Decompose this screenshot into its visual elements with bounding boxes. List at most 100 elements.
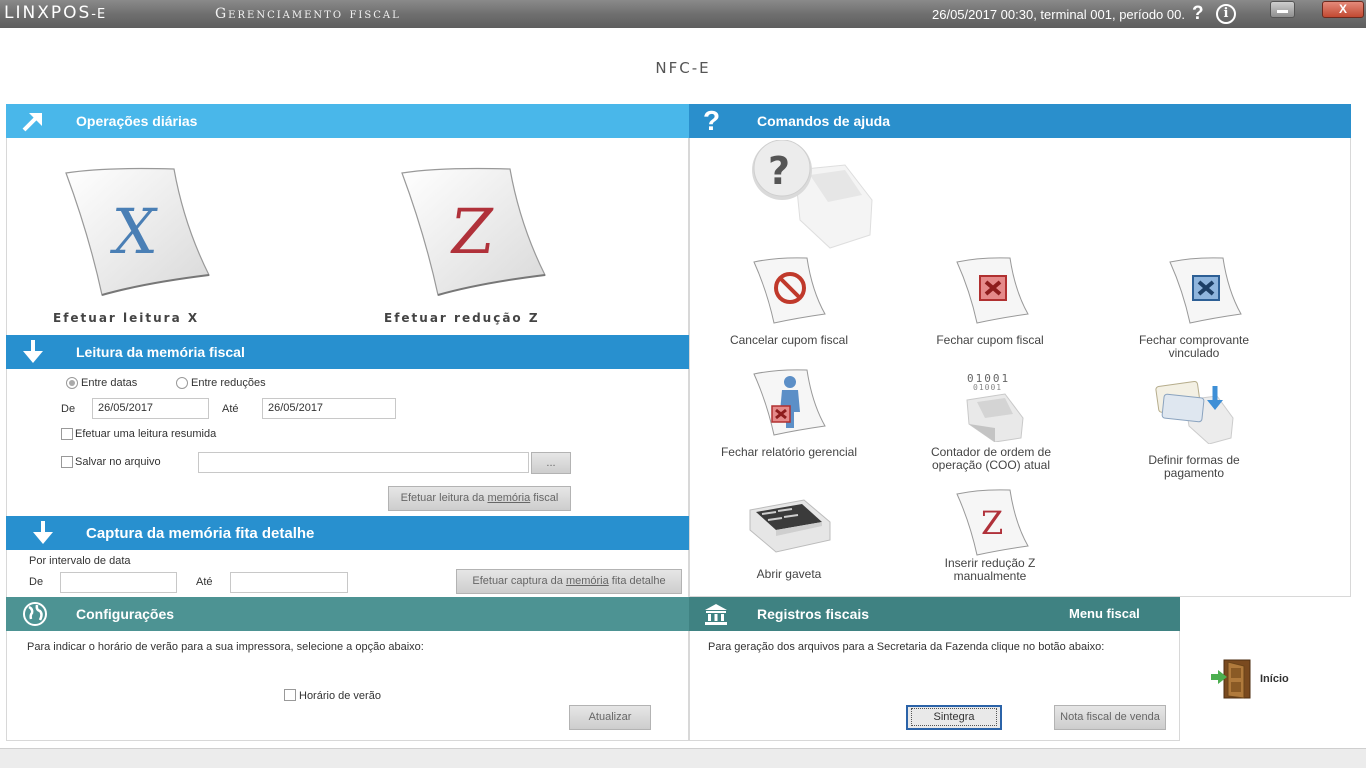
bottom-bar	[0, 748, 1366, 768]
efetuar-captura-button[interactable]: Efetuar captura da memória fita detalhe	[456, 569, 682, 594]
payment-methods-icon	[1155, 380, 1234, 445]
captura-ate-label: Até	[196, 576, 213, 588]
reducao-z-button[interactable]: Z	[400, 165, 546, 296]
btn-text-pre: Efetuar captura da	[472, 575, 566, 587]
document-x-icon: X	[65, 167, 210, 296]
configuracoes-header: Configurações	[6, 597, 689, 631]
registros-header: Registros fiscais Menu fiscal	[689, 597, 1180, 631]
definir-pagamento-button[interactable]	[1155, 378, 1235, 449]
inicio-button[interactable]: Início	[1210, 658, 1300, 702]
help-icon[interactable]: ?	[1192, 3, 1204, 25]
atualizar-button[interactable]: Atualizar	[569, 705, 651, 730]
printer-help-button[interactable]: ?	[750, 139, 875, 255]
entre-datas-label: Entre datas	[81, 377, 138, 389]
de-label: De	[61, 403, 76, 415]
leitura-x-label[interactable]: Efetuar leitura X	[53, 311, 199, 325]
fechar-relatorio-button[interactable]	[752, 368, 827, 443]
captura-header: Captura da memória fita detalhe	[6, 516, 689, 550]
building-icon	[705, 604, 727, 625]
horario-verao-checkbox[interactable]	[284, 689, 296, 701]
operacoes-title: Operações diárias	[76, 113, 198, 129]
svg-text:Z: Z	[981, 504, 1003, 542]
brand-suffix: -E	[91, 7, 107, 22]
printer-question-icon: ?	[752, 139, 873, 249]
ate-date-field[interactable]: 26/05/2017	[262, 398, 396, 419]
cancelar-cupom-label: Cancelar cupom fiscal	[729, 333, 849, 347]
arrow-down-icon	[33, 521, 53, 544]
btn-text-under: memória	[565, 575, 609, 587]
leitura-resumida-checkbox[interactable]	[61, 428, 73, 440]
salvar-arquivo-checkbox[interactable]	[61, 456, 73, 468]
fechar-cupom-button[interactable]	[955, 256, 1030, 329]
entre-reducoes-radio[interactable]	[176, 377, 188, 389]
info-icon[interactable]: i	[1216, 4, 1236, 24]
definir-pagamento-label: Definir formas de pagamento	[1148, 453, 1240, 480]
ajuda-title: Comandos de ajuda	[757, 113, 891, 129]
btn-text-post: fita detalhe	[608, 575, 666, 587]
menu-fiscal-link[interactable]: Menu fiscal	[1069, 606, 1140, 621]
close-button[interactable]: X	[1322, 1, 1364, 18]
entre-reducoes-label: Entre reduções	[191, 377, 266, 389]
binary-text-small: 01001	[973, 383, 1003, 392]
intervalo-label: Por intervalo de data	[29, 555, 131, 567]
brand-name: LINXPOS	[4, 3, 92, 23]
captura-title: Captura da memória fita detalhe	[86, 525, 315, 542]
configuracoes-text: Para indicar o horário de verão para a s…	[27, 641, 424, 653]
nota-fiscal-venda-button[interactable]: Nota fiscal de venda	[1054, 705, 1166, 730]
leitura-title: Leitura da memória fiscal	[76, 344, 245, 360]
entre-datas-radio[interactable]	[66, 377, 78, 389]
fechar-comprovante-button[interactable]	[1168, 256, 1243, 329]
cash-drawer-icon	[749, 499, 831, 553]
btn-text-post: fiscal	[530, 492, 559, 504]
arquivo-path-field[interactable]	[198, 452, 529, 473]
ate-label: Até	[222, 403, 239, 415]
ajuda-header: ? Comandos de ajuda	[689, 104, 1351, 138]
abrir-gaveta-label: Abrir gaveta	[756, 567, 822, 581]
abrir-gaveta-button[interactable]	[748, 496, 832, 561]
captura-de-label: De	[29, 576, 44, 588]
captura-de-field[interactable]	[60, 572, 177, 593]
browse-button[interactable]: ...	[531, 452, 571, 474]
efetuar-leitura-memoria-button[interactable]: Efetuar leitura da memória fiscal	[388, 486, 571, 511]
de-date-field[interactable]: 26/05/2017	[92, 398, 209, 419]
fechar-comprovante-label: Fechar comprovante vinculado	[1138, 333, 1250, 360]
close-report-icon	[753, 369, 826, 436]
inserir-reducao-z-button[interactable]: Z	[955, 488, 1030, 561]
arrow-down-icon	[23, 340, 43, 363]
registros-text: Para geração dos arquivos para a Secreta…	[708, 641, 1105, 653]
sintegra-button[interactable]: Sintegra	[906, 705, 1002, 730]
arrow-up-right-icon	[22, 113, 42, 132]
globe-icon	[23, 602, 47, 626]
close-receipt-icon	[956, 257, 1029, 324]
session-status: 26/05/2017 00:30, terminal 001, período …	[932, 7, 1185, 22]
salvar-arquivo-label: Salvar no arquivo	[75, 456, 161, 468]
close-voucher-icon	[1169, 257, 1242, 324]
inicio-label: Início	[1260, 673, 1289, 685]
door-exit-icon	[1211, 659, 1251, 699]
operacoes-header: Operações diárias	[6, 104, 689, 138]
contador-coo-label: Contador de ordem de operação (COO) atua…	[930, 445, 1052, 472]
leitura-resumida-label: Efetuar uma leitura resumida	[75, 428, 217, 440]
fechar-relatorio-label: Fechar relatório gerencial	[720, 445, 858, 459]
horario-verao-label: Horário de verão	[299, 690, 381, 702]
registros-title: Registros fiscais	[757, 606, 870, 622]
leitura-x-button[interactable]: X	[64, 165, 210, 296]
contador-coo-button[interactable]: 01001 01001	[955, 370, 1030, 447]
cancelar-cupom-button[interactable]	[752, 256, 827, 329]
title-bar: LINXPOS-E Gerenciamento fiscal 26/05/201…	[0, 0, 1366, 28]
svg-text:?: ?	[768, 149, 790, 193]
captura-ate-field[interactable]	[230, 572, 348, 593]
btn-text-pre: Efetuar leitura da	[400, 492, 488, 504]
leitura-header: Leitura da memória fiscal	[6, 335, 689, 369]
document-z-small-icon: Z	[956, 489, 1029, 556]
fechar-cupom-label: Fechar cupom fiscal	[936, 333, 1044, 347]
brand-logo: LINXPOS-E	[4, 3, 106, 23]
page-title: NFC-E	[655, 59, 711, 77]
app-title: Gerenciamento fiscal	[215, 6, 401, 22]
configuracoes-title: Configurações	[76, 606, 175, 622]
question-icon: ?	[703, 105, 721, 136]
reducao-z-label[interactable]: Efetuar redução Z	[384, 311, 540, 325]
inserir-reducao-z-label: Inserir redução Z manualmente	[944, 556, 1036, 583]
minimize-button[interactable]	[1270, 1, 1295, 18]
document-z-icon: Z	[401, 167, 546, 296]
